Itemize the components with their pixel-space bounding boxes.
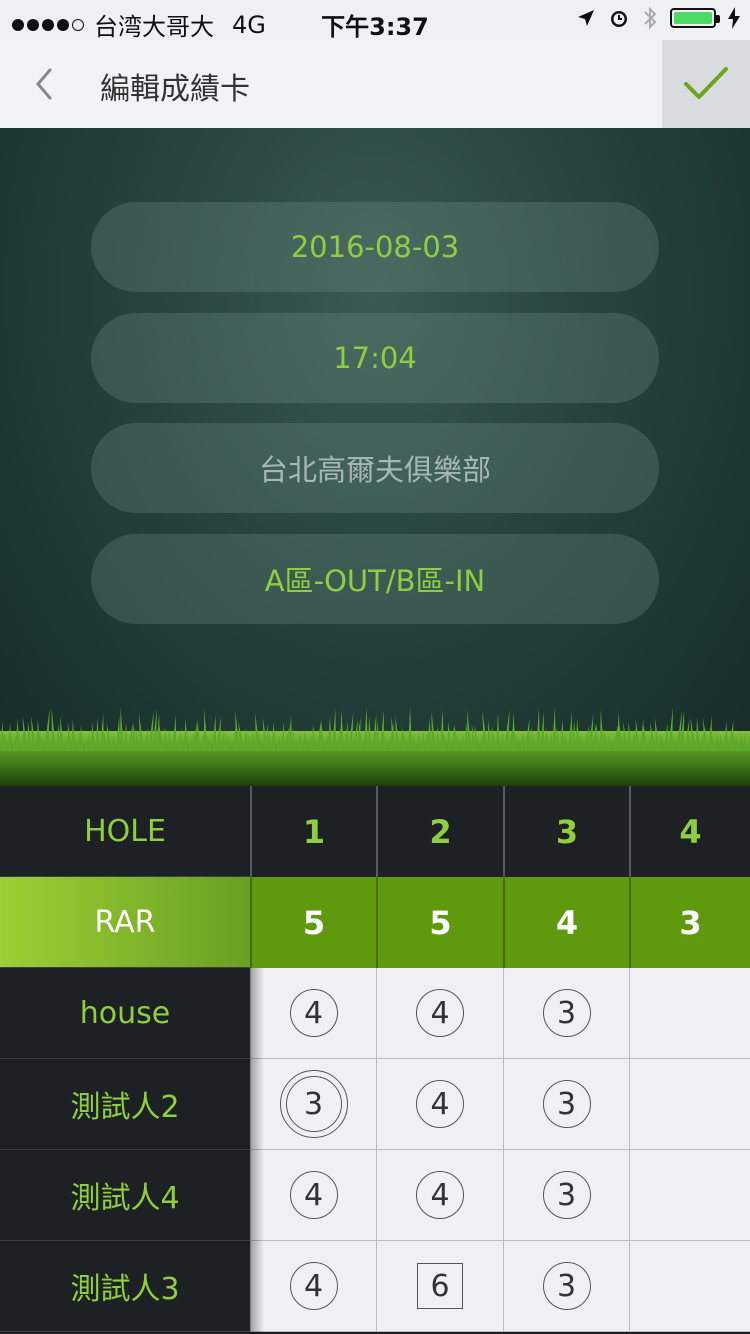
score-cell[interactable] — [629, 1150, 750, 1241]
score-value: 3 — [285, 1076, 342, 1132]
player-name[interactable]: house — [0, 968, 250, 1059]
zone-field[interactable]: A區-OUT/B區-IN — [91, 534, 659, 624]
bluetooth-icon — [644, 6, 657, 30]
player-row: house 4 4 3 — [0, 968, 750, 1059]
player-row: 測試人3 4 6 3 — [0, 1241, 750, 1332]
score-cell[interactable] — [629, 1059, 750, 1150]
hole-row: HOLE 1 2 3 4 — [0, 786, 750, 877]
score-cell[interactable]: 3 — [503, 968, 629, 1059]
score-cell[interactable]: 4 — [250, 968, 376, 1059]
score-circle: 3 — [542, 1080, 591, 1128]
scorecard-table: HOLE 1 2 3 4 RAR 5 5 4 3 house 4 4 3 測試人2 3 4 3… — [0, 786, 750, 1334]
date-field[interactable]: 2016-08-03 — [91, 202, 659, 292]
hole-number: 3 — [503, 786, 629, 877]
score-cell[interactable]: 4 — [376, 1059, 503, 1150]
player-name[interactable]: 測試人3 — [0, 1241, 250, 1332]
score-circle: 4 — [289, 1171, 338, 1219]
score-square: 6 — [417, 1263, 463, 1309]
par-label: RAR — [0, 877, 250, 968]
score-cell[interactable]: 4 — [376, 968, 503, 1059]
hole-number: 2 — [376, 786, 503, 877]
score-cell[interactable]: 4 — [250, 1241, 376, 1332]
score-circle: 4 — [416, 1080, 464, 1128]
par-value: 4 — [503, 877, 629, 968]
hero-section: 2016-08-03 17:04 台北高爾夫俱樂部 A區-OUT/B區-IN — [0, 128, 750, 786]
alarm-icon — [611, 11, 627, 27]
status-right — [576, 6, 740, 30]
score-cell[interactable]: 3 — [250, 1059, 376, 1150]
player-row: 測試人2 3 4 3 — [0, 1059, 750, 1150]
battery-icon — [670, 8, 720, 28]
back-button[interactable] — [28, 62, 68, 106]
score-circle: 3 — [542, 1171, 591, 1219]
score-cell[interactable]: 3 — [503, 1150, 629, 1241]
hole-label: HOLE — [0, 786, 250, 877]
score-cell[interactable]: 4 — [250, 1150, 376, 1241]
score-circle: 4 — [416, 1171, 464, 1219]
player-row: 測試人4 4 4 3 — [0, 1150, 750, 1241]
charging-icon — [728, 7, 740, 29]
par-value: 5 — [250, 877, 376, 968]
score-cell[interactable] — [629, 1241, 750, 1332]
hole-number: 4 — [629, 786, 750, 877]
score-cell[interactable]: 6 — [376, 1241, 503, 1332]
score-cell[interactable]: 3 — [503, 1241, 629, 1332]
grass-decoration — [0, 706, 750, 786]
score-circle: 4 — [289, 1262, 338, 1310]
chevron-left-icon — [36, 68, 52, 100]
score-double-circle: 3 — [279, 1070, 348, 1138]
hole-number: 1 — [250, 786, 376, 877]
score-circle: 3 — [542, 989, 591, 1037]
time-field[interactable]: 17:04 — [91, 313, 659, 403]
page-title: 編輯成績卡 — [100, 72, 250, 107]
score-cell[interactable]: 3 — [503, 1059, 629, 1150]
course-field[interactable]: 台北高爾夫俱樂部 — [91, 423, 659, 513]
status-bar: 台湾大哥大 4G 下午3:37 — [0, 0, 750, 41]
player-name[interactable]: 測試人2 — [0, 1059, 250, 1150]
par-value: 3 — [629, 877, 750, 968]
confirm-button[interactable] — [662, 40, 750, 128]
score-circle: 4 — [289, 989, 338, 1037]
location-icon — [578, 10, 594, 26]
player-name[interactable]: 測試人4 — [0, 1150, 250, 1241]
score-cell[interactable]: 4 — [376, 1150, 503, 1241]
score-circle: 3 — [542, 1262, 591, 1310]
score-circle: 4 — [416, 989, 464, 1037]
nav-bar: 編輯成績卡 — [0, 40, 750, 128]
par-row: RAR 5 5 4 3 — [0, 877, 750, 968]
score-cell[interactable] — [629, 968, 750, 1059]
par-value: 5 — [376, 877, 503, 968]
checkmark-icon — [684, 67, 728, 99]
